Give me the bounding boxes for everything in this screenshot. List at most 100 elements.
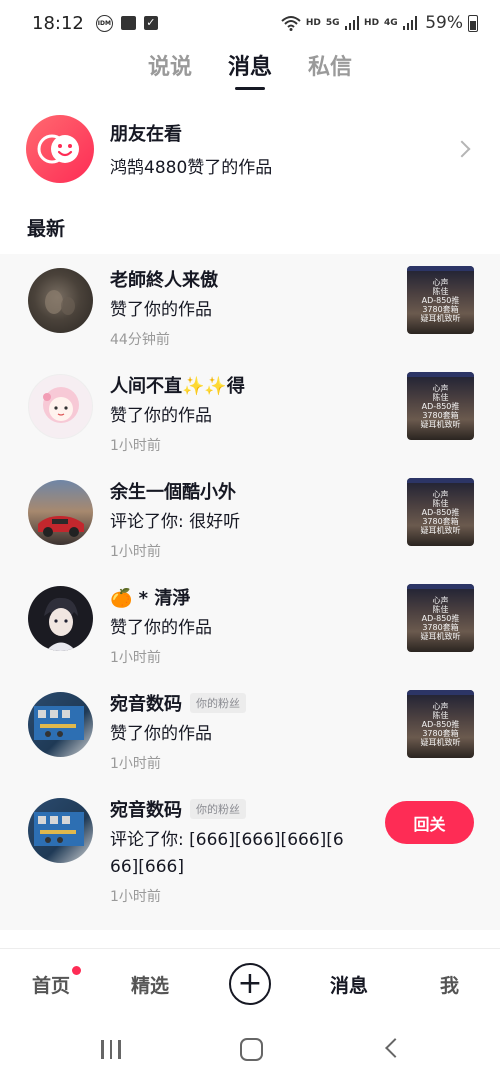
avatar[interactable] [28,268,93,333]
tab-messages[interactable]: 消息 [228,50,272,90]
network-label-2: 5G [325,18,340,28]
message-action: 赞了你的作品 [110,406,212,426]
thumb-caption: 陈佳 [432,286,449,296]
avatar[interactable] [28,586,93,651]
thumb-caption: 陈佳 [432,604,449,614]
fan-badge: 你的粉丝 [190,693,246,713]
avatar[interactable] [28,798,93,863]
video-thumbnail[interactable]: 心声 陈佳 AD-850推 3780套箱 疑耳机致听 [407,266,474,334]
nav-messages[interactable]: 消息 [330,971,368,998]
user-name[interactable]: 宛音数码 [110,690,182,716]
list-item[interactable]: 老師終人来傲 赞了你的作品 44分钟前 心声 陈佳 AD-850推 3780套箱… [0,254,500,360]
wifi-icon [281,16,301,31]
network-label-1: HD [305,18,321,28]
friends-watching-icon [26,115,94,183]
message-time: 44分钟前 [110,332,170,348]
user-name[interactable]: 老師終人来傲 [110,266,218,292]
list-item[interactable]: 人间不直✨✨得 赞了你的作品 1小时前 心声 陈佳 AD-850推 3780套箱… [0,360,500,466]
user-name[interactable]: 🍊 * 清淨 [110,584,190,610]
user-name[interactable]: 宛音数码 [110,796,182,822]
thumb-caption: 陈佳 [432,392,449,402]
thumb-caption: 疑耳机致听 [420,419,461,429]
friends-watching-title: 朋友在看 [110,124,182,145]
thumb-caption: 心声 [432,277,449,287]
thumb-caption: 3780套箱 [422,304,459,314]
create-button[interactable]: + [229,963,271,1005]
follow-back-button[interactable]: 回关 [385,801,474,844]
message-action: 赞了你的作品 [110,618,212,638]
bottom-nav: 首页 精选 + 消息 我 [0,948,500,1018]
network-label-4: 4G [384,18,398,28]
thumb-caption: 疑耳机致听 [420,631,461,641]
friends-watching-row[interactable]: 朋友在看 鸿鹄4880赞了的作品 [26,114,474,184]
signal-icon [344,16,360,30]
avatar[interactable] [28,374,93,439]
video-thumbnail[interactable]: 心声 陈佳 AD-850推 3780套箱 疑耳机致听 [407,584,474,652]
thumb-caption: 心声 [432,383,449,393]
message-list: 老師終人来傲 赞了你的作品 44分钟前 心声 陈佳 AD-850推 3780套箱… [0,254,500,930]
list-item[interactable]: 🍊 * 清淨 赞了你的作品 1小时前 心声 陈佳 AD-850推 3780套箱 … [0,572,500,678]
clapper-icon [120,16,136,30]
top-tabs: 说说 消息 私信 [0,50,500,94]
status-bar: 18:12 IDM ✓ HD 5G HD 4G 59% [0,0,500,46]
back-icon[interactable] [385,1038,405,1058]
thumb-caption: AD-850推 [421,719,460,729]
video-thumbnail[interactable]: 心声 陈佳 AD-850推 3780套箱 疑耳机致听 [407,690,474,758]
thumb-caption: 疑耳机致听 [420,313,461,323]
message-action: 评论了你: [666][666][666][666][666] [110,830,344,877]
thumb-caption: 3780套箱 [422,516,459,526]
network-label-3: HD [364,18,380,28]
battery-percent: 59% [425,13,463,33]
thumb-caption: 陈佳 [432,498,449,508]
thumb-caption: 3780套箱 [422,622,459,632]
fan-badge: 你的粉丝 [190,799,246,819]
friends-watching-subtitle: 鸿鹄4880赞了的作品 [110,158,273,178]
user-name[interactable]: 人间不直✨✨得 [110,372,245,398]
user-name[interactable]: 余生一個酷小外 [110,478,236,504]
idm-icon: IDM [95,14,113,32]
system-nav [0,1018,500,1083]
thumb-caption: 陈佳 [432,710,449,720]
list-item[interactable]: 余生一個酷小外 评论了你: 很好听 1小时前 心声 陈佳 AD-850推 378… [0,466,500,572]
chevron-right-icon [453,140,471,158]
thumb-caption: AD-850推 [421,295,460,305]
thumb-caption: 3780套箱 [422,410,459,420]
battery-icon [468,14,478,32]
message-action: 赞了你的作品 [110,300,212,320]
thumb-caption: AD-850推 [421,613,460,623]
message-time: 1小时前 [110,756,161,772]
nav-me[interactable]: 我 [440,971,459,998]
signal-icon-2 [402,16,418,30]
list-item[interactable]: 宛音数码 你的粉丝 赞了你的作品 1小时前 心声 陈佳 AD-850推 3780… [0,678,500,784]
nav-featured[interactable]: 精选 [131,971,169,998]
nav-home-label: 首页 [32,975,71,997]
nav-home[interactable]: 首页 [32,966,82,998]
avatar[interactable] [28,480,93,545]
section-title-latest: 最新 [27,218,66,240]
message-time: 1小时前 [110,544,161,560]
message-action: 赞了你的作品 [110,724,212,744]
thumb-caption: 心声 [432,701,449,711]
message-time: 1小时前 [110,889,161,905]
thumb-caption: 心声 [432,489,449,499]
recent-apps-icon[interactable] [101,1040,123,1059]
thumb-caption: AD-850推 [421,401,460,411]
message-time: 1小时前 [110,438,161,454]
thumb-caption: 3780套箱 [422,728,459,738]
list-item[interactable]: 宛音数码 你的粉丝 评论了你: [666][666][666][666][666… [0,784,500,930]
video-thumbnail[interactable]: 心声 陈佳 AD-850推 3780套箱 疑耳机致听 [407,372,474,440]
tab-private-messages[interactable]: 私信 [308,50,352,90]
notification-dot [72,966,82,975]
thumb-caption: 疑耳机致听 [420,525,461,535]
avatar[interactable] [28,692,93,757]
check-icon: ✓ [143,16,158,30]
video-thumbnail[interactable]: 心声 陈佳 AD-850推 3780套箱 疑耳机致听 [407,478,474,546]
home-icon[interactable] [240,1038,263,1061]
tab-shuoshuo[interactable]: 说说 [148,50,192,90]
thumb-caption: 心声 [432,595,449,605]
status-time: 18:12 [32,12,84,34]
message-time: 1小时前 [110,650,161,666]
status-right: HD 5G HD 4G 59% [281,13,478,33]
message-action: 评论了你: 很好听 [110,512,241,532]
thumb-caption: AD-850推 [421,507,460,517]
